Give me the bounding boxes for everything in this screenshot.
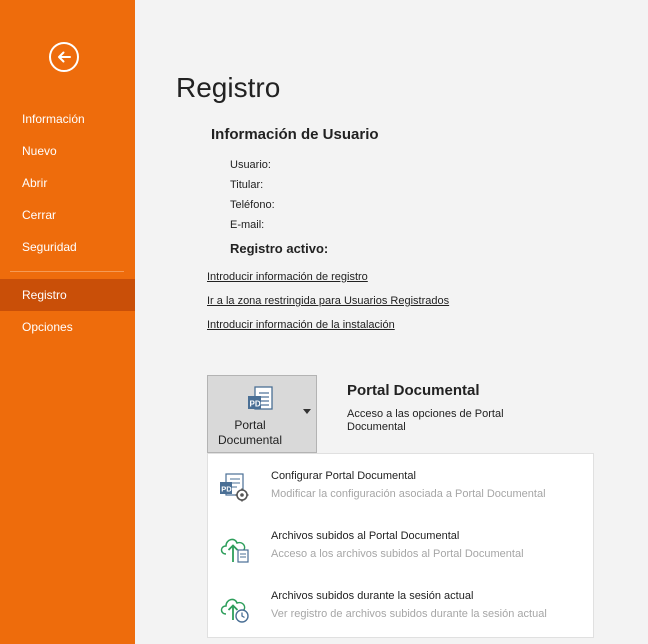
menu-item-description: Ver registro de archivos subidos durante… bbox=[271, 608, 547, 620]
dropdown-arrow-icon[interactable] bbox=[303, 409, 311, 414]
menu-item-description: Modificar la configuración asociada a Po… bbox=[271, 488, 546, 500]
svg-text:PD: PD bbox=[250, 400, 261, 409]
portal-button-label-line1: Portal bbox=[234, 418, 266, 432]
portal-button-label-line2: Documental bbox=[217, 433, 283, 447]
cloud-upload-clock-icon bbox=[220, 598, 249, 623]
field-telefono-label: Teléfono: bbox=[230, 199, 275, 211]
portal-documental-description: Acceso a las opciones de Portal Document… bbox=[347, 408, 504, 433]
back-button[interactable] bbox=[49, 42, 79, 72]
field-titular-label: Titular: bbox=[230, 179, 264, 191]
field-usuario-label: Usuario: bbox=[230, 159, 271, 171]
sidebar-item-nuevo[interactable]: Nuevo bbox=[0, 135, 135, 167]
back-arrow-icon bbox=[58, 51, 71, 63]
menu-item-title: Archivos subidos durante la sesión actua… bbox=[271, 590, 474, 602]
portal-documental-title: Portal Documental bbox=[347, 382, 480, 399]
sidebar: Información Nuevo Abrir Cerrar Seguridad… bbox=[0, 0, 135, 644]
registro-activo-label: Registro activo: bbox=[230, 241, 329, 256]
svg-text:PD: PD bbox=[221, 485, 232, 494]
menu-item-configurar-portal[interactable]: PD Configurar Portal Documental Modifica… bbox=[208, 458, 593, 516]
link-info-instalacion[interactable]: Introducir información de la instalación bbox=[207, 319, 395, 331]
sidebar-divider bbox=[10, 271, 124, 272]
link-zona-restringida[interactable]: Ir a la zona restringida para Usuarios R… bbox=[207, 295, 449, 307]
portal-dropdown-menu: PD Configurar Portal Documental Modifica… bbox=[207, 453, 594, 638]
menu-item-title: Archivos subidos al Portal Documental bbox=[271, 530, 460, 542]
sidebar-item-abrir[interactable]: Abrir bbox=[0, 167, 135, 199]
configure-portal-icon: PD bbox=[220, 473, 249, 502]
link-introducir-registro[interactable]: Introducir información de registro bbox=[207, 271, 368, 283]
menu-item-description: Acceso a los archivos subidos al Portal … bbox=[271, 548, 524, 560]
menu-item-archivos-sesion[interactable]: Archivos subidos durante la sesión actua… bbox=[208, 578, 593, 636]
sidebar-item-registro[interactable]: Registro bbox=[0, 279, 135, 311]
portal-documental-button[interactable]: PD Portal Documental bbox=[207, 375, 317, 453]
menu-item-title: Configurar Portal Documental bbox=[271, 470, 416, 482]
cloud-upload-icon bbox=[220, 538, 249, 563]
sidebar-item-seguridad[interactable]: Seguridad bbox=[0, 231, 135, 263]
sidebar-item-cerrar[interactable]: Cerrar bbox=[0, 199, 135, 231]
field-email-label: E-mail: bbox=[230, 219, 265, 231]
menu-item-archivos-subidos[interactable]: Archivos subidos al Portal Documental Ac… bbox=[208, 518, 593, 576]
sidebar-item-opciones[interactable]: Opciones bbox=[0, 311, 135, 343]
user-info-title: Información de Usuario bbox=[211, 126, 379, 143]
main-panel: Registro Información de Usuario Usuario:… bbox=[135, 0, 648, 644]
portal-button-label: Portal Documental bbox=[208, 418, 292, 448]
portal-documental-icon: PD bbox=[248, 386, 273, 410]
sidebar-item-informacion[interactable]: Información bbox=[0, 103, 135, 135]
page-title: Registro bbox=[176, 72, 281, 103]
